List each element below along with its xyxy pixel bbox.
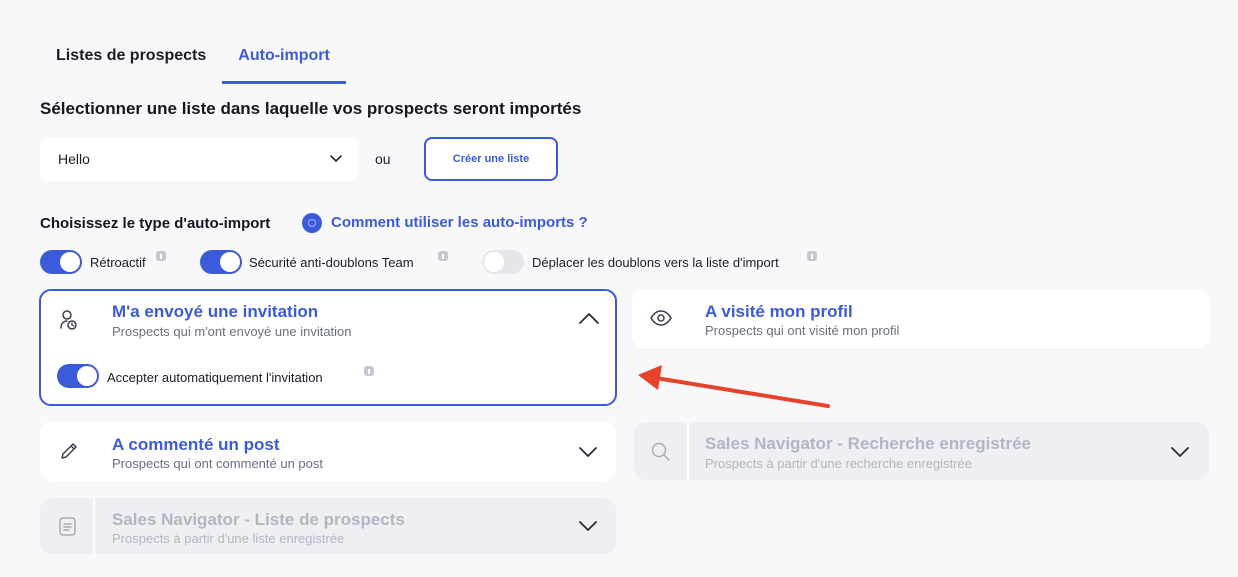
tab-bar: Listes de prospects Auto-import <box>40 38 346 84</box>
retroactif-label: Rétroactif <box>90 255 146 270</box>
info-icon[interactable] <box>807 251 817 261</box>
eye-icon <box>650 310 672 326</box>
card-sn-saved-search-subtitle: Prospects à partir d'une recherche enreg… <box>705 456 972 471</box>
card-divider <box>93 498 95 554</box>
chevron-down-icon[interactable] <box>578 520 598 532</box>
pencil-icon <box>61 443 77 459</box>
card-profile-visit-subtitle: Prospects qui ont visité mon profil <box>705 323 900 338</box>
help-icon[interactable] <box>302 213 322 233</box>
chevron-down-icon[interactable] <box>578 446 598 458</box>
accept-invitation-toggle[interactable] <box>57 364 99 388</box>
card-sn-lead-list-title: Sales Navigator - Liste de prospects <box>112 510 405 529</box>
card-sn-lead-list[interactable]: Sales Navigator - Liste de prospects Pro… <box>40 498 616 554</box>
user-clock-icon <box>60 310 77 330</box>
info-icon[interactable] <box>438 251 448 261</box>
card-invitation-subtitle: Prospects qui m'ont envoyé une invitatio… <box>112 324 352 339</box>
card-sn-saved-search[interactable]: Sales Navigator - Recherche enregistrée … <box>634 422 1209 480</box>
card-sn-lead-list-subtitle: Prospects à partir d'une liste enregistr… <box>112 531 345 546</box>
help-link[interactable]: Comment utiliser les auto-imports ? <box>331 214 588 231</box>
card-profile-visit-title: A visité mon profil <box>705 302 853 321</box>
move-duplicates-label: Déplacer les doublons vers la liste d'im… <box>532 255 779 270</box>
retroactif-toggle[interactable] <box>40 250 82 274</box>
card-commented-post-title: A commenté un post <box>112 435 280 454</box>
card-divider <box>687 422 689 480</box>
card-invitation-title: M'a envoyé une invitation <box>112 302 319 321</box>
info-icon[interactable] <box>364 366 374 376</box>
info-icon[interactable] <box>156 251 166 261</box>
card-commented-post[interactable]: A commenté un post Prospects qui ont com… <box>40 422 616 481</box>
or-label: ou <box>375 151 391 167</box>
create-list-button[interactable]: Créer une liste <box>424 137 558 181</box>
search-icon <box>651 442 670 461</box>
annotation-arrow <box>638 365 830 408</box>
chevron-down-icon <box>330 155 342 162</box>
auto-import-type-title: Choisissez le type d'auto-import <box>40 215 271 232</box>
card-commented-post-subtitle: Prospects qui ont commenté un post <box>112 456 324 471</box>
card-profile-visit[interactable]: A visité mon profil Prospects qui ont vi… <box>632 289 1210 348</box>
list-select-value: Hello <box>58 151 90 167</box>
list-select[interactable]: Hello <box>40 137 359 181</box>
list-section-title: Sélectionner une liste dans laquelle vos… <box>40 99 582 118</box>
move-duplicates-toggle[interactable] <box>482 250 524 274</box>
chevron-down-icon[interactable] <box>1170 446 1190 458</box>
tab-auto-import[interactable]: Auto-import <box>222 38 346 84</box>
chevron-up-icon[interactable] <box>578 311 600 325</box>
card-invitation[interactable]: M'a envoyé une invitation Prospects qui … <box>39 289 617 406</box>
accept-invitation-label: Accepter automatiquement l'invitation <box>107 370 323 385</box>
anti-doublons-label: Sécurité anti-doublons Team <box>249 255 414 270</box>
card-sn-saved-search-title: Sales Navigator - Recherche enregistrée <box>705 434 1031 453</box>
anti-doublons-toggle[interactable] <box>200 250 242 274</box>
tab-listes-de-prospects[interactable]: Listes de prospects <box>40 38 222 82</box>
document-icon <box>59 517 76 536</box>
